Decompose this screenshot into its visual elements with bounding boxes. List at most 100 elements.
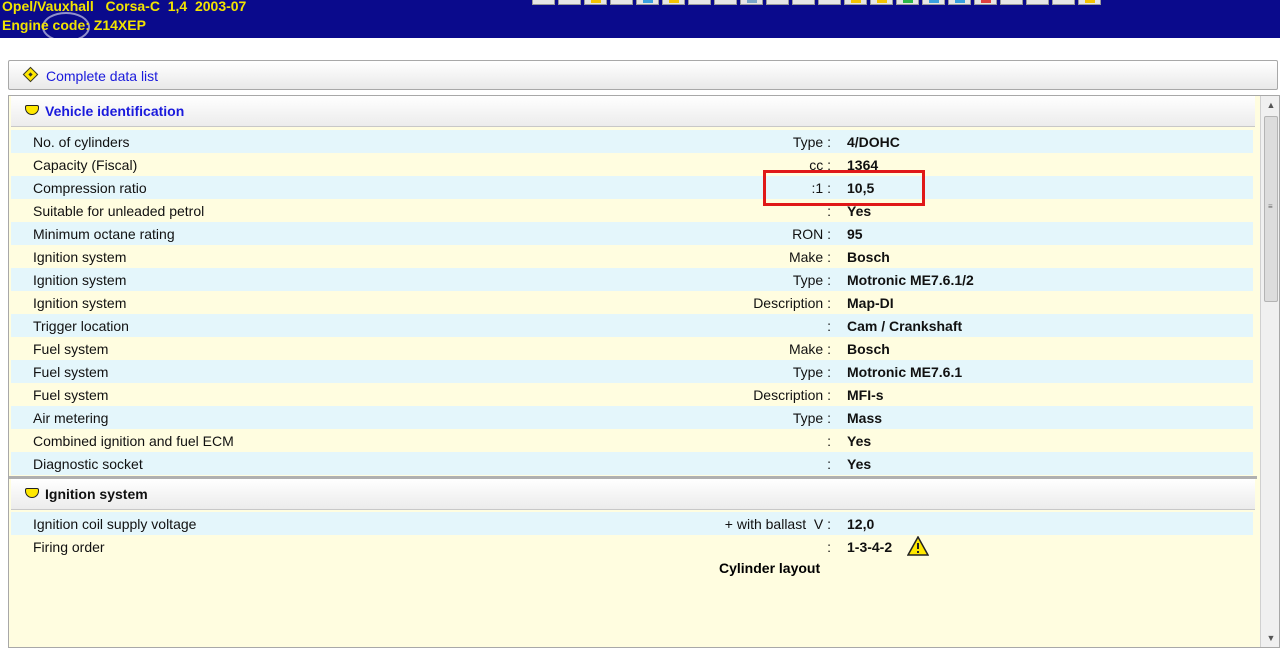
section-header-ignition-system[interactable]: Ignition system — [11, 479, 1255, 510]
shield-icon — [25, 105, 39, 115]
row-unit: Type : — [792, 364, 831, 380]
toolbar-button[interactable] — [1052, 0, 1075, 5]
scroll-up-arrow-icon[interactable]: ▲ — [1261, 96, 1279, 114]
toolbar-button[interactable] — [584, 0, 607, 5]
row-value: 1-3-4-2 — [847, 539, 893, 555]
cylinder-layout-heading: Cylinder layout — [719, 560, 821, 576]
row-value: Mass — [847, 410, 883, 426]
toolbar-button[interactable] — [714, 0, 737, 5]
vertical-scrollbar[interactable]: ▲ ≡ ▼ — [1260, 96, 1279, 647]
row-label: Diagnostic socket — [33, 456, 143, 472]
toolbar-button[interactable] — [662, 0, 685, 5]
table-row: Suitable for unleaded petrol : Yes — [11, 199, 1253, 222]
table-row: Ignition system Make : Bosch — [11, 245, 1253, 268]
toolbar-button[interactable] — [948, 0, 971, 5]
table-row: Air metering Type : Mass — [11, 406, 1253, 429]
row-unit: RON : — [792, 226, 831, 242]
table-row: Fuel system Type : Motronic ME7.6.1 — [11, 360, 1253, 383]
complete-data-list-bar[interactable]: Complete data list — [8, 60, 1278, 90]
row-unit: Make : — [788, 341, 831, 357]
scrollbar-thumb[interactable]: ≡ — [1264, 116, 1278, 302]
table-row: Combined ignition and fuel ECM : Yes — [11, 429, 1253, 452]
row-unit: Type : — [792, 410, 831, 426]
row-unit: : — [827, 318, 831, 334]
table-row: Ignition system Type : Motronic ME7.6.1/… — [11, 268, 1253, 291]
toolbar-button[interactable] — [844, 0, 867, 5]
toolbar-button[interactable] — [636, 0, 659, 5]
row-label: Firing order — [33, 539, 105, 555]
toolbar-button[interactable] — [922, 0, 945, 5]
engine-code: Engine code: Z14XEP — [2, 17, 146, 33]
row-unit: : — [827, 539, 831, 555]
row-label: Ignition system — [33, 249, 127, 265]
highlight-box — [763, 170, 925, 206]
row-label: Minimum octane rating — [33, 226, 175, 242]
toolbar-button[interactable] — [870, 0, 893, 5]
table-row: Capacity (Fiscal) cc : 1364 — [11, 153, 1253, 176]
vehicle-title: Opel/Vauxhall Corsa-C 1,4 2003-07 — [2, 0, 247, 14]
row-unit: + with ballast V : — [724, 516, 831, 532]
warning-triangle-icon[interactable] — [907, 536, 929, 556]
diamond-icon — [22, 66, 39, 83]
toolbar-button[interactable] — [818, 0, 841, 5]
scroll-down-arrow-icon[interactable]: ▼ — [1261, 629, 1279, 647]
table-row: Minimum octane rating RON : 95 — [11, 222, 1253, 245]
row-unit: Description : — [753, 295, 831, 311]
watermark-text: ClubOpel.com — [18, 36, 107, 51]
row-unit: Type : — [792, 272, 831, 288]
toolbar-button[interactable] — [558, 0, 581, 5]
toolbar-button[interactable] — [766, 0, 789, 5]
toolbar-button[interactable] — [792, 0, 815, 5]
row-label: Fuel system — [33, 387, 109, 403]
toolbar-button[interactable] — [974, 0, 997, 5]
row-unit: Description : — [753, 387, 831, 403]
table-row: No. of cylinders Type : 4/DOHC — [11, 130, 1253, 153]
section-title: Ignition system — [45, 486, 148, 502]
complete-data-list-link[interactable]: Complete data list — [46, 68, 158, 84]
toolbar-button[interactable] — [740, 0, 763, 5]
row-label: No. of cylinders — [33, 134, 130, 150]
row-label: Ignition system — [33, 272, 127, 288]
toolbar-button[interactable] — [688, 0, 711, 5]
row-label: Capacity (Fiscal) — [33, 157, 138, 173]
row-value: Bosch — [847, 249, 890, 265]
row-value: 95 — [847, 226, 863, 242]
row-value: Yes — [847, 456, 872, 472]
row-label: Fuel system — [33, 364, 109, 380]
row-unit: : — [827, 433, 831, 449]
table-row: Fuel system Make : Bosch — [11, 337, 1253, 360]
table-row: Compression ratio :1 : 10,5 — [11, 176, 1253, 199]
row-label: Trigger location — [33, 318, 129, 334]
table-row: Trigger location : Cam / Crankshaft — [11, 314, 1253, 337]
row-label: Ignition coil supply voltage — [33, 516, 197, 532]
row-value: Map-DI — [847, 295, 894, 311]
row-value: Cam / Crankshaft — [847, 318, 963, 334]
toolbar-button[interactable] — [1078, 0, 1101, 5]
data-panel: Vehicle identification No. of cylinders … — [8, 95, 1280, 648]
row-value: Motronic ME7.6.1/2 — [847, 272, 974, 288]
row-value: 4/DOHC — [847, 134, 900, 150]
toolbar-button[interactable] — [896, 0, 919, 5]
table-row: Diagnostic socket : Yes — [11, 452, 1253, 475]
row-label: Combined ignition and fuel ECM — [33, 433, 234, 449]
toolbar-button[interactable] — [1026, 0, 1049, 5]
row-unit: : — [827, 456, 831, 472]
section-header-vehicle-identification[interactable]: Vehicle identification — [11, 96, 1255, 127]
toolbar-button[interactable] — [1000, 0, 1023, 5]
row-label: Suitable for unleaded petrol — [33, 203, 205, 219]
row-value: 12,0 — [847, 516, 875, 532]
row-unit: Make : — [788, 249, 831, 265]
row-label: Compression ratio — [33, 180, 147, 196]
table-row: Ignition system Description : Map-DI — [11, 291, 1253, 314]
section-title: Vehicle identification — [45, 103, 185, 119]
table-row: Ignition coil supply voltage + with ball… — [11, 512, 1253, 535]
app-header: Opel/Vauxhall Corsa-C 1,4 2003-07 Engine… — [0, 0, 1280, 51]
row-label: Fuel system — [33, 341, 109, 357]
grip-icon: ≡ — [1268, 202, 1273, 211]
shield-icon — [25, 488, 39, 498]
row-value: MFI-s — [847, 387, 884, 403]
toolbar-button[interactable] — [610, 0, 633, 5]
row-label: Air metering — [33, 410, 109, 426]
toolbar — [532, 0, 1101, 5]
toolbar-button[interactable] — [532, 0, 555, 5]
